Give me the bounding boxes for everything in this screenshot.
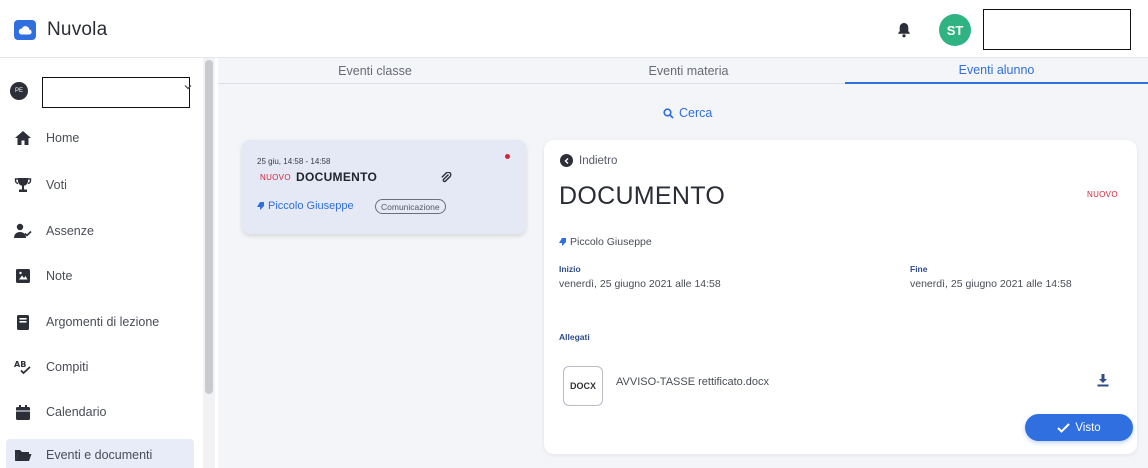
event-status-badge: NUOVO [260,173,291,182]
pin-icon [257,201,264,210]
sidebar-item-note[interactable]: Note [6,260,194,292]
sidebar-item-label: Assenze [46,224,94,238]
svg-text:AB: AB [14,360,26,369]
end-label: Fine [910,264,928,274]
main-content: Eventi classe Eventi materia Eventi alun… [218,58,1148,468]
download-icon[interactable] [1097,374,1109,392]
sidebar-scrollbar[interactable] [203,58,215,468]
tab-eventi-alunno[interactable]: Eventi alunno [845,58,1148,84]
back-label: Indietro [579,154,618,167]
attachments-label: Allegati [559,332,590,342]
sidebar-item-label: Eventi e documenti [46,448,153,462]
detail-title: DOCUMENTO [559,182,726,210]
seen-button-label: Visto [1075,421,1101,434]
docx-file-icon[interactable]: DOCX [563,366,603,406]
sidebar-item-label: Note [46,269,73,283]
tab-eventi-classe[interactable]: Eventi classe [218,58,532,84]
check-icon [1057,422,1071,433]
app-title: Nuvola [47,19,108,40]
note-icon [11,266,35,286]
event-author-name: Piccolo Giuseppe [268,200,354,212]
start-label: Inizio [559,264,581,274]
sidebar-item-label: Calendario [46,405,107,419]
unread-dot [505,154,510,159]
sidebar-item-label: Compiti [46,360,89,374]
start-value: venerdì, 25 giugno 2021 alle 14:58 [559,278,721,290]
home-icon [11,128,35,148]
event-category-badge: Comunicazione [375,199,446,214]
sidebar-item-argomenti[interactable]: Argomenti di lezione [6,306,194,338]
user-avatar[interactable]: ST [939,14,971,46]
folder-open-icon [11,445,35,465]
attachment-name[interactable]: AVVISO-TASSE rettificato.docx [616,376,769,388]
cloud-logo-icon[interactable] [14,20,36,40]
event-date: 25 giu, 14:58 - 14:58 [257,157,331,166]
sidebar-item-assenze[interactable]: Assenze [6,215,194,247]
event-card[interactable]: 25 giu, 14:58 - 14:58 NUOVO DOCUMENTO Pi… [242,140,526,234]
sidebar-item-eventi-documenti[interactable]: Eventi e documenti [6,439,194,468]
pin-icon [559,237,566,246]
sidebar-item-compiti[interactable]: AB Compiti [6,351,194,383]
sidebar-item-label: Voti [46,178,67,192]
student-name-redacted [42,77,190,108]
end-value: venerdì, 25 giugno 2021 alle 14:58 [910,278,1072,290]
event-title: DOCUMENTO [296,170,378,184]
student-avatar: PE [10,82,28,100]
sidebar-item-label: Argomenti di lezione [46,315,160,329]
detail-author-name: Piccolo Giuseppe [570,236,652,248]
sidebar-item-label: Home [46,131,80,145]
tab-bar: Eventi classe Eventi materia Eventi alun… [218,58,1148,84]
chevron-down-icon[interactable] [184,83,192,94]
scrollbar-thumb[interactable] [205,60,213,394]
back-link[interactable]: Indietro [560,154,617,167]
sidebar: PE Home Voti Assenze Note Argomenti di l… [0,58,218,468]
tab-eventi-materia[interactable]: Eventi materia [532,58,845,84]
back-arrow-icon [560,154,573,167]
seen-button[interactable]: Visto [1025,414,1133,441]
detail-author: Piccolo Giuseppe [559,236,652,248]
detail-status-badge: NUOVO [1087,190,1118,199]
trophy-icon [11,175,35,195]
sidebar-item-voti[interactable]: Voti [6,169,194,201]
event-detail-panel: Indietro DOCUMENTO NUOVO Piccolo Giusepp… [544,140,1137,454]
calendar-icon [11,402,35,422]
sidebar-item-calendario[interactable]: Calendario [6,396,194,428]
student-selector[interactable]: PE [10,77,200,108]
bell-icon[interactable] [894,20,914,40]
event-author: Piccolo Giuseppe [257,200,354,212]
sidebar-item-home[interactable]: Home [6,122,194,154]
user-absence-icon [11,221,35,241]
search-link[interactable]: Cerca [663,106,712,120]
spellcheck-icon: AB [11,357,35,377]
search-icon [663,107,674,119]
top-bar: Nuvola ST [0,0,1148,58]
user-name-redacted[interactable] [983,9,1131,50]
paperclip-icon [440,171,452,189]
book-icon [11,312,35,332]
search-label: Cerca [679,106,713,120]
